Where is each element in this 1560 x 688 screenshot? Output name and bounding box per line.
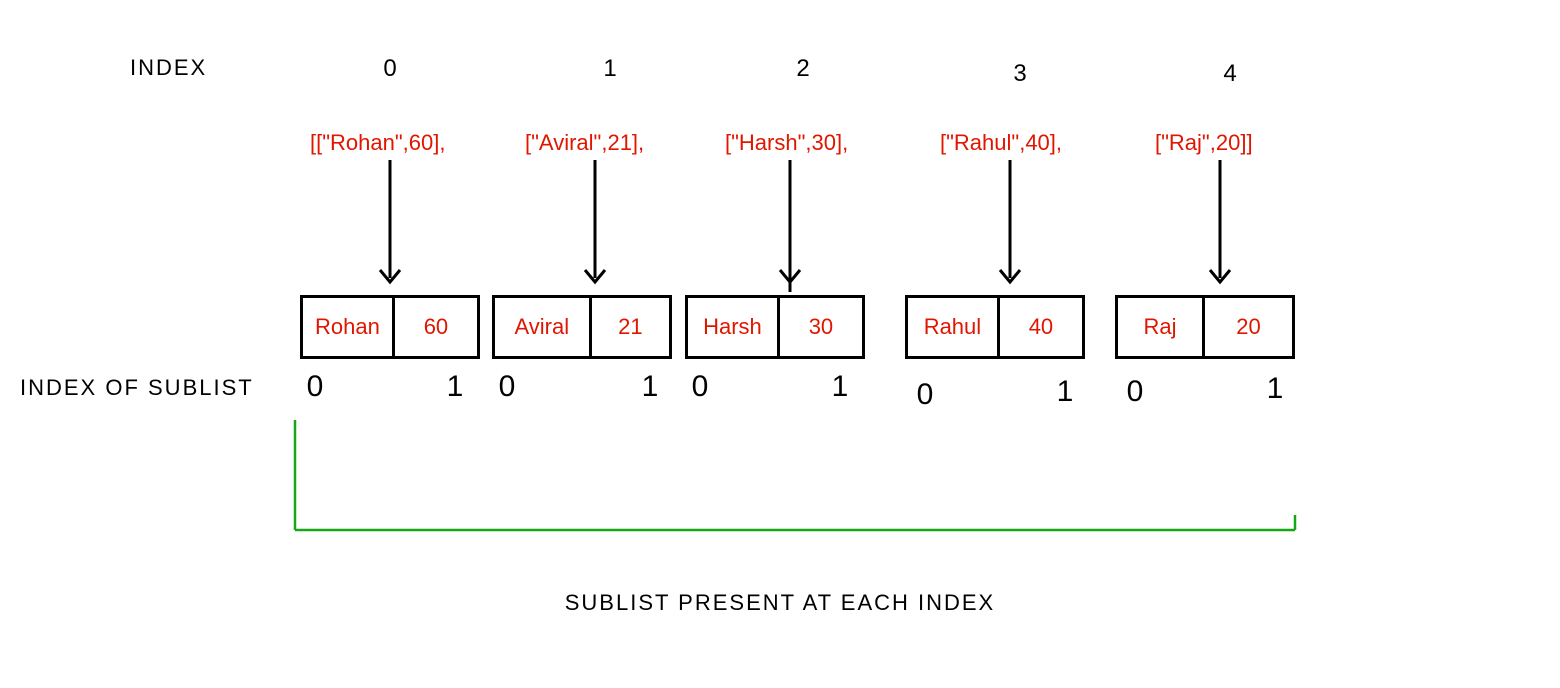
- sub-index-3-0: 0: [910, 378, 940, 412]
- sub-index-0-1: 1: [440, 370, 470, 404]
- sublist-box-2: Harsh 30: [685, 295, 865, 359]
- sublist-box-1: Aviral 21: [492, 295, 672, 359]
- sublist-value-1: 21: [592, 298, 669, 356]
- sublist-box-3: Rahul 40: [905, 295, 1085, 359]
- outer-index-1: 1: [590, 55, 630, 83]
- sublist-name-0: Rohan: [303, 298, 395, 356]
- sublist-box-0: Rohan 60: [300, 295, 480, 359]
- arrow-icon: [375, 160, 405, 290]
- code-text-4: ["Raj",20]]: [1155, 130, 1253, 156]
- sub-index-2-0: 0: [685, 370, 715, 404]
- outer-index-0: 0: [370, 55, 410, 83]
- sublist-value-3: 40: [1000, 298, 1082, 356]
- sublist-name-2: Harsh: [688, 298, 780, 356]
- arrow-icon: [995, 160, 1025, 290]
- sub-index-2-1: 1: [825, 370, 855, 404]
- index-label: INDEX: [130, 55, 207, 81]
- arrow-icon: [775, 160, 805, 305]
- sub-index-0-0: 0: [300, 370, 330, 404]
- outer-index-2: 2: [783, 55, 823, 83]
- sublist-value-2: 30: [780, 298, 862, 356]
- bracket-icon: [290, 420, 1300, 540]
- sublist-name-4: Raj: [1118, 298, 1205, 356]
- sub-index-4-0: 0: [1120, 375, 1150, 409]
- sub-index-1-1: 1: [635, 370, 665, 404]
- sublist-value-0: 60: [395, 298, 477, 356]
- code-text-3: ["Rahul",40],: [940, 130, 1062, 156]
- sublist-box-4: Raj 20: [1115, 295, 1295, 359]
- outer-index-4: 4: [1210, 60, 1250, 88]
- sub-index-1-0: 0: [492, 370, 522, 404]
- code-text-0: [["Rohan",60],: [310, 130, 445, 156]
- code-text-1: ["Aviral",21],: [525, 130, 644, 156]
- sublist-value-4: 20: [1205, 298, 1292, 356]
- code-text-2: ["Harsh",30],: [725, 130, 848, 156]
- arrow-icon: [580, 160, 610, 290]
- outer-index-3: 3: [1000, 60, 1040, 88]
- sublist-name-1: Aviral: [495, 298, 592, 356]
- arrow-icon: [1205, 160, 1235, 290]
- sub-index-3-1: 1: [1050, 375, 1080, 409]
- sublist-name-3: Rahul: [908, 298, 1000, 356]
- sub-index-4-1: 1: [1260, 372, 1290, 406]
- index-of-sublist-label: INDEX OF SUBLIST: [20, 375, 254, 401]
- caption-text: SUBLIST PRESENT AT EACH INDEX: [0, 590, 1560, 616]
